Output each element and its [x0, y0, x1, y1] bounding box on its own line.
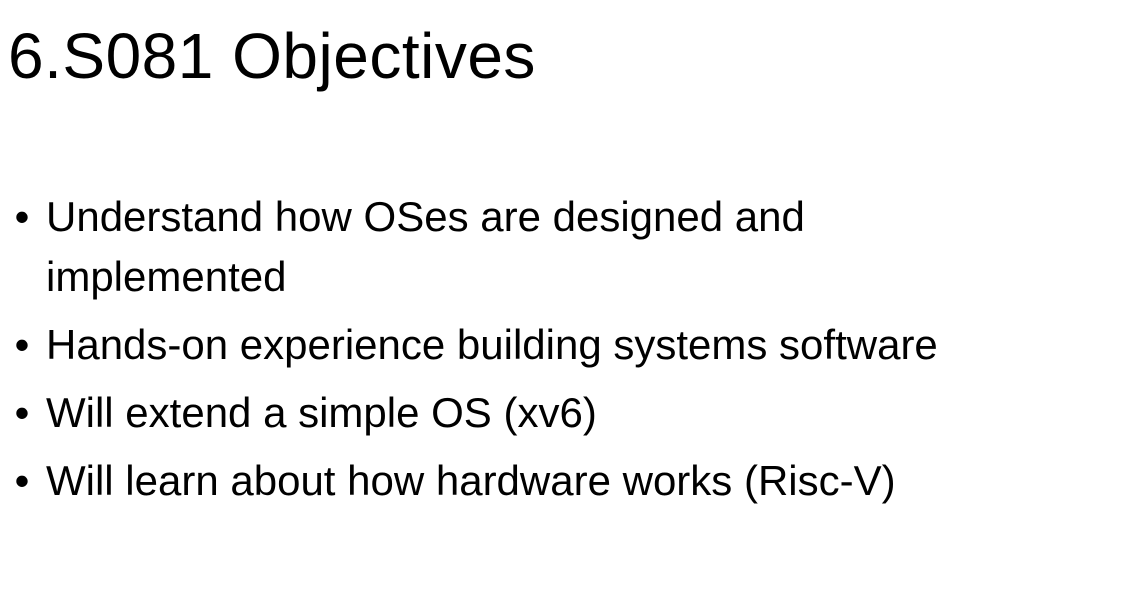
bullet-text: Will extend a simple OS (xv6)	[46, 389, 597, 436]
bullet-text: Hands-on experience building systems sof…	[46, 321, 938, 368]
bullet-item: • Understand how OSes are designed and i…	[0, 187, 1143, 307]
bullet-icon: •	[14, 457, 30, 504]
bullet-text: Understand how OSes are designed and imp…	[46, 193, 805, 300]
bullet-list: • Understand how OSes are designed and i…	[0, 187, 1143, 519]
slide: 6.S081 Objectives • Understand how OSes …	[0, 0, 1143, 596]
bullet-item: • Will extend a simple OS (xv6)	[0, 383, 1143, 443]
bullet-icon: •	[14, 389, 30, 436]
bullet-item: • Hands-on experience building systems s…	[0, 315, 1143, 375]
bullet-item: • Will learn about how hardware works (R…	[0, 451, 1143, 511]
slide-title: 6.S081 Objectives	[8, 20, 536, 92]
bullet-icon: •	[14, 321, 30, 368]
bullet-icon: •	[14, 193, 30, 240]
bullet-text: Will learn about how hardware works (Ris…	[46, 457, 896, 504]
